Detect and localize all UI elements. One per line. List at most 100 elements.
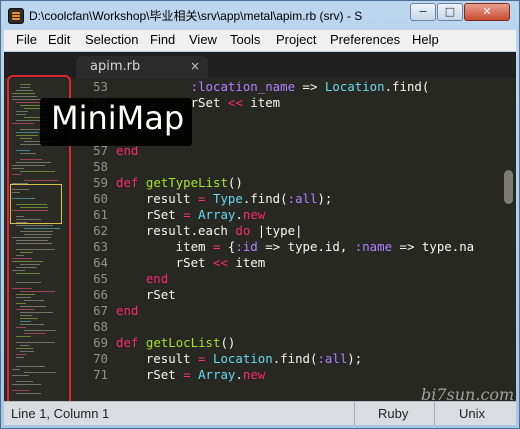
- code-line: :location_name => Location.find(: [116, 79, 430, 95]
- line-number: 65: [93, 271, 108, 286]
- status-divider: [354, 402, 355, 425]
- code-line: rSet << item: [116, 255, 266, 271]
- close-button[interactable]: ✕: [464, 3, 510, 21]
- line-number: 53: [93, 79, 108, 94]
- scrollbar-thumb[interactable]: [504, 170, 513, 204]
- line-number: 68: [93, 319, 108, 334]
- minimize-button[interactable]: −: [410, 3, 436, 21]
- code-token: (): [227, 175, 243, 190]
- code-line: def getTypeList(): [116, 175, 243, 191]
- code-token: item: [116, 239, 213, 254]
- code-token: rSet: [116, 287, 176, 302]
- code-token: {: [220, 239, 236, 254]
- app-window: D:\coolcfan\Workshop\毕业相关\srv\app\metal\…: [0, 0, 520, 429]
- code-line: result = Type.find(:all);: [116, 191, 333, 207]
- code-token: do: [235, 223, 251, 238]
- tab-close-icon[interactable]: ×: [190, 59, 200, 73]
- code-line: rSet = Array.new: [116, 367, 265, 383]
- code-token: rSet: [116, 367, 184, 382]
- tab-bar: apim.rb ×: [4, 52, 516, 78]
- code-token: =: [198, 351, 206, 366]
- menu-help[interactable]: Help: [412, 32, 439, 47]
- title-bar[interactable]: D:\coolcfan\Workshop\毕业相关\srv\app\metal\…: [1, 1, 519, 29]
- code-token: result: [116, 191, 199, 206]
- line-number: 60: [93, 191, 108, 206]
- code-token: <<: [227, 95, 243, 110]
- code-token: result: [116, 351, 199, 366]
- line-number: 58: [93, 159, 108, 174]
- code-token: .find(: [272, 351, 318, 366]
- code-token: end: [116, 303, 139, 318]
- code-line: end: [116, 271, 168, 287]
- tab-label: apim.rb: [90, 59, 141, 74]
- code-line: rSet: [116, 287, 176, 303]
- maximize-button[interactable]: □: [437, 3, 463, 21]
- line-number: 64: [93, 255, 108, 270]
- code-token: item: [227, 255, 266, 270]
- sublime-app-icon: [8, 8, 24, 24]
- code-line: item = {:id => type.id, :name => type.na: [116, 239, 474, 255]
- code-line: result.each do |type|: [116, 223, 303, 239]
- minimap-callout-label: MiniMap: [51, 99, 185, 137]
- code-token: =>: [295, 79, 325, 94]
- line-number: 59: [93, 175, 108, 190]
- code-line: rSet = Array.new: [116, 207, 265, 223]
- status-bar: Line 1, Column 1 Ruby Unix: [4, 401, 516, 425]
- line-endings-selector[interactable]: Unix: [459, 406, 485, 421]
- menu-edit[interactable]: Edit: [48, 32, 70, 47]
- code-token: .: [235, 367, 243, 382]
- code-token: rSet: [116, 255, 213, 270]
- menu-selection[interactable]: Selection: [85, 32, 138, 47]
- code-token: (): [220, 335, 236, 350]
- code-token: .find(: [384, 79, 430, 94]
- line-number: 70: [93, 351, 108, 366]
- menu-project[interactable]: Project: [276, 32, 316, 47]
- menu-file[interactable]: File: [16, 32, 37, 47]
- code-token: item: [242, 95, 281, 110]
- menu-preferences[interactable]: Preferences: [330, 32, 400, 47]
- code-token: .find(: [242, 191, 288, 206]
- window-title: D:\coolcfan\Workshop\毕业相关\srv\app\metal\…: [29, 9, 363, 23]
- code-token: :all: [317, 351, 348, 366]
- code-token: =: [198, 191, 206, 206]
- code-token: );: [347, 351, 363, 366]
- menu-bar: File Edit Selection Find View Tools Proj…: [4, 30, 516, 51]
- code-token: rSet: [116, 207, 184, 222]
- code-token: Location: [213, 351, 273, 366]
- line-number: 69: [93, 335, 108, 350]
- code-token: );: [317, 191, 333, 206]
- vertical-scrollbar[interactable]: [501, 78, 516, 401]
- line-number: 66: [93, 287, 108, 302]
- code-token: .: [235, 207, 243, 222]
- code-line: def getLocList(): [116, 335, 235, 351]
- code-token: getLocList: [145, 335, 221, 350]
- code-token: Type: [213, 191, 243, 206]
- code-line: end: [116, 303, 138, 319]
- cursor-position: Line 1, Column 1: [11, 406, 110, 421]
- code-token: =: [183, 367, 191, 382]
- code-token: Array: [198, 207, 236, 222]
- code-token: end: [145, 271, 169, 286]
- line-number: 67: [93, 303, 108, 318]
- code-token: :id: [235, 239, 258, 254]
- code-token: => type.id,: [257, 239, 355, 254]
- line-number: 61: [93, 207, 108, 222]
- code-token: :location_name: [190, 79, 296, 94]
- status-divider: [434, 402, 435, 425]
- tab-apim-rb[interactable]: apim.rb ×: [76, 56, 208, 78]
- line-number: 71: [93, 367, 108, 382]
- code-token: new: [242, 367, 266, 382]
- menu-find[interactable]: Find: [150, 32, 175, 47]
- code-token: |type|: [250, 223, 303, 238]
- syntax-selector[interactable]: Ruby: [378, 406, 408, 421]
- menu-tools[interactable]: Tools: [230, 32, 260, 47]
- code-token: =: [183, 207, 191, 222]
- menu-view[interactable]: View: [189, 32, 217, 47]
- code-token: getTypeList: [145, 175, 228, 190]
- line-number: 63: [93, 239, 108, 254]
